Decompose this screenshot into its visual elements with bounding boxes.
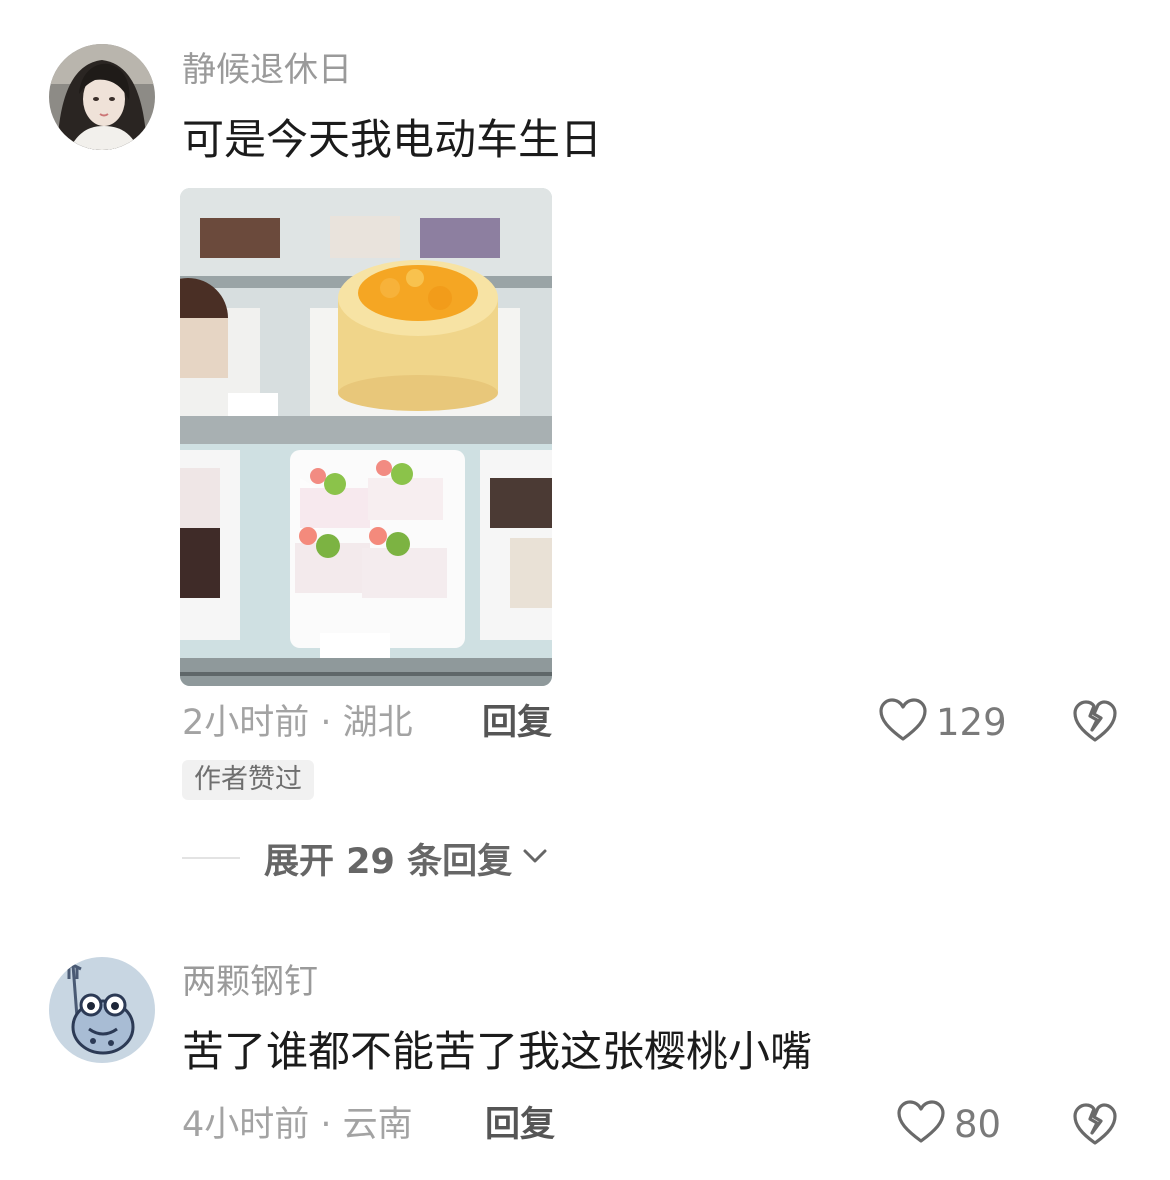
expand-replies-button[interactable]: 展开 29 条回复: [182, 835, 548, 882]
comment-text: 可是今天我电动车生日: [182, 115, 603, 164]
divider-line: [182, 857, 240, 859]
broken-heart-icon: [1072, 1103, 1118, 1151]
reply-button[interactable]: 回复: [482, 702, 552, 744]
username[interactable]: 静候退休日: [182, 50, 352, 90]
comment-time-location: 4小时前 · 云南: [182, 1105, 413, 1145]
heart-icon: [896, 1099, 946, 1149]
avatar[interactable]: [49, 957, 155, 1063]
username[interactable]: 两颗钢钉: [182, 962, 318, 1002]
heart-icon: [878, 697, 928, 747]
comment-text: 苦了谁都不能苦了我这张樱桃小嘴: [182, 1027, 813, 1076]
reply-button[interactable]: 回复: [485, 1104, 555, 1146]
dislike-button[interactable]: [1072, 1101, 1118, 1151]
expand-replies-label: 展开 29 条回复: [264, 841, 513, 882]
like-count: 129: [936, 700, 1007, 744]
comment-time-location: 2小时前 · 湖北: [182, 703, 413, 743]
comment-image[interactable]: [180, 188, 552, 686]
chevron-down-icon: [522, 847, 548, 869]
avatar[interactable]: [49, 44, 155, 150]
author-liked-badge: 作者赞过: [182, 760, 314, 800]
dislike-button[interactable]: [1072, 698, 1118, 748]
like-count: 80: [954, 1102, 1002, 1146]
like-button[interactable]: 80: [896, 1099, 1001, 1149]
like-button[interactable]: 129: [878, 697, 1007, 747]
broken-heart-icon: [1072, 700, 1118, 748]
